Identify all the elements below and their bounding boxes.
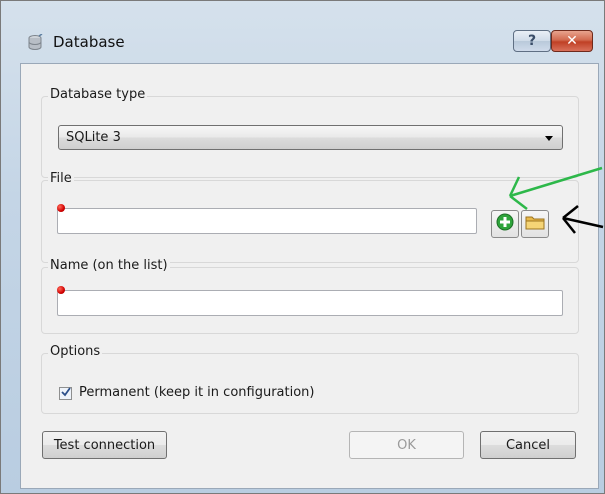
required-icon [57,286,65,294]
dialog-body: Database type SQLite 3 File Name (on the… [20,63,599,489]
close-button[interactable]: ✕ [551,30,593,52]
window-title: Database [53,33,125,51]
checkmark-icon [60,386,71,401]
help-button[interactable]: ? [513,30,551,52]
add-icon [496,213,514,235]
name-group: Name (on the list) [41,258,579,334]
required-icon [57,204,65,212]
title-bar[interactable]: Database ? ✕ [1,1,604,53]
browse-file-button[interactable] [521,210,549,238]
file-group: File [41,171,579,263]
test-connection-button[interactable]: Test connection [42,431,167,459]
database-type-label: Database type [48,87,148,102]
options-group: Options Permanent (keep it in configurat… [41,344,579,414]
database-type-value: SQLite 3 [66,130,121,145]
name-label: Name (on the list) [48,258,170,273]
file-label: File [48,171,74,186]
file-path-input[interactable] [57,208,477,234]
database-type-select[interactable]: SQLite 3 [58,125,563,150]
options-label: Options [48,344,103,359]
database-type-group: Database type SQLite 3 [41,87,579,178]
permanent-checkbox[interactable] [59,387,72,400]
help-label: ? [527,33,537,49]
folder-icon [525,214,545,234]
chevron-down-icon [545,136,553,141]
database-icon [26,33,44,52]
database-dialog: Database ? ✕ Database type SQLite 3 File [0,0,605,494]
create-file-button[interactable] [491,210,519,238]
close-icon: ✕ [566,33,578,49]
ok-button[interactable]: OK [349,431,464,459]
name-input[interactable] [57,290,563,316]
cancel-button[interactable]: Cancel [480,431,576,459]
permanent-label[interactable]: Permanent (keep it in configuration) [79,385,314,400]
